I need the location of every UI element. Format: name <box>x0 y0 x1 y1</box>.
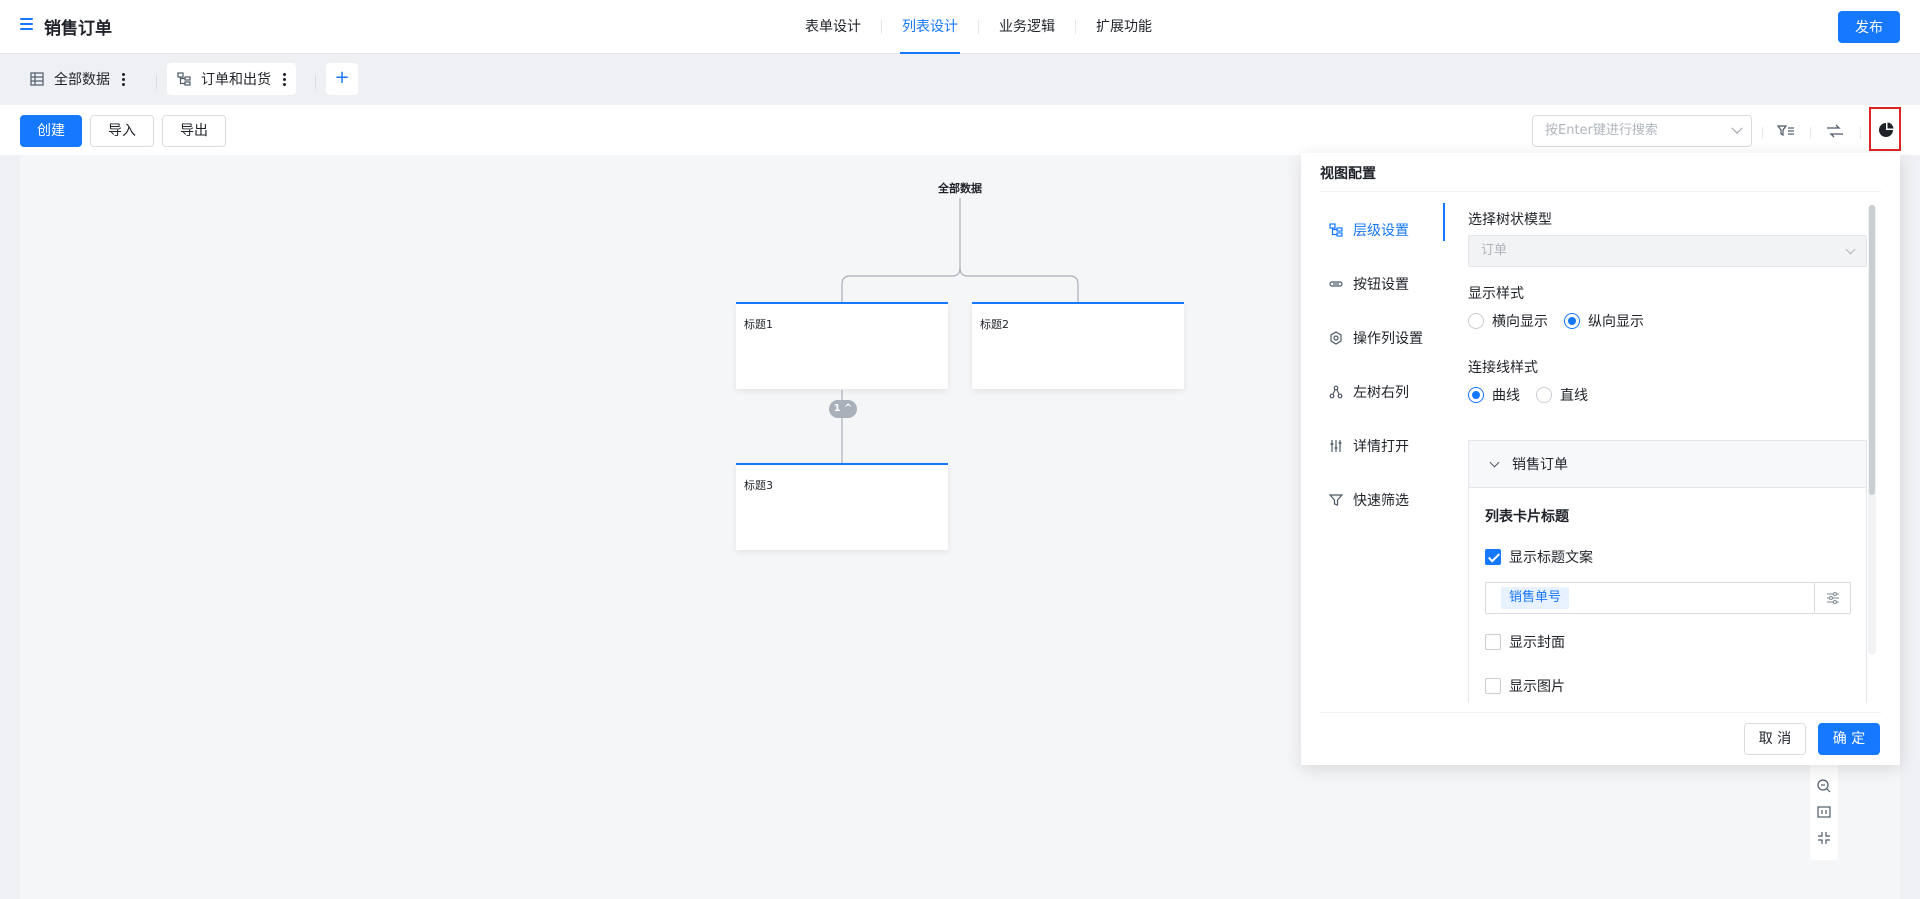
card-title-heading: 列表卡片标题 <box>1485 509 1569 525</box>
checkbox <box>1485 678 1501 694</box>
filter-icon <box>1329 494 1343 506</box>
nav-label: 快速筛选 <box>1353 493 1409 509</box>
node-title: 标题3 <box>744 479 773 492</box>
radio-curve[interactable]: 曲线 <box>1468 385 1520 405</box>
section-title: 销售订单 <box>1512 457 1568 473</box>
footer-divider <box>1320 712 1881 713</box>
radio-dot <box>1468 387 1484 403</box>
checkbox-label: 显示标题文案 <box>1509 550 1593 566</box>
collapse-screen-icon[interactable] <box>1816 830 1832 846</box>
tree-nodes-icon <box>1329 385 1343 399</box>
sliders-icon <box>1330 440 1342 452</box>
zoom-out-icon[interactable] <box>1816 778 1832 794</box>
checkbox <box>1485 634 1501 650</box>
level-section: 销售订单 列表卡片标题 显示标题文案 销售单号 显示封面 显示图片 <box>1468 440 1867 703</box>
nav-label: 层级设置 <box>1353 223 1409 239</box>
field-settings-button[interactable] <box>1814 583 1850 613</box>
tree-model-value: 订单 <box>1481 243 1508 258</box>
line-style-label: 连接线样式 <box>1468 360 1538 376</box>
zoom-controls <box>1810 756 1838 860</box>
nav-hierarchy-settings[interactable]: 层级设置 <box>1301 203 1445 257</box>
panel-title: 视图配置 <box>1320 166 1376 182</box>
radio-vertical[interactable]: 纵向显示 <box>1564 311 1644 331</box>
tree-node-card[interactable]: 标题3 <box>736 463 948 550</box>
node-title: 标题1 <box>744 318 773 331</box>
nav-left-tree-right-list[interactable]: 左树右列 <box>1301 365 1445 419</box>
title-field-select[interactable]: 销售单号 <box>1485 582 1851 614</box>
nav-detail-open[interactable]: 详情打开 <box>1301 419 1445 473</box>
radio-dot <box>1536 387 1552 403</box>
nav-label: 操作列设置 <box>1353 331 1423 347</box>
settings-icon <box>1330 331 1342 345</box>
nav-label: 按钮设置 <box>1353 277 1409 293</box>
hierarchy-icon <box>1329 223 1343 237</box>
sliders-icon <box>1827 591 1839 605</box>
chevron-down-icon <box>1489 457 1500 467</box>
checkbox-label: 显示图片 <box>1509 679 1565 695</box>
nav-button-settings[interactable]: 按钮设置 <box>1301 257 1445 311</box>
show-title-checkbox[interactable]: 显示标题文案 <box>1485 547 1593 567</box>
config-nav: 层级设置 按钮设置 操作列设置 左树右列 详情打开 快速筛选 <box>1301 203 1445 527</box>
show-cover-checkbox[interactable]: 显示封面 <box>1485 632 1565 652</box>
radio-label: 纵向显示 <box>1588 314 1644 330</box>
line-style-radios: 曲线 直线 <box>1468 385 1604 405</box>
radio-label: 直线 <box>1560 388 1588 404</box>
confirm-button[interactable]: 确 定 <box>1818 723 1880 755</box>
nav-quick-filter[interactable]: 快速筛选 <box>1301 473 1445 527</box>
chevron-down-icon <box>1845 244 1856 255</box>
tree-root-label: 全部数据 <box>938 182 982 195</box>
view-config-panel: 视图配置 层级设置 按钮设置 操作列设置 左树右列 详情打开 快速筛选 选择树状… <box>1301 153 1900 765</box>
section-header[interactable]: 销售订单 <box>1469 441 1866 488</box>
collapse-badge[interactable]: 1 ^ <box>829 400 857 418</box>
cancel-button[interactable]: 取 消 <box>1744 723 1806 755</box>
radio-label: 曲线 <box>1492 388 1520 404</box>
checkbox-label: 显示封面 <box>1509 635 1565 651</box>
nav-label: 详情打开 <box>1353 439 1409 455</box>
tree-model-select[interactable]: 订单 <box>1468 235 1867 267</box>
radio-dot <box>1468 313 1484 329</box>
nav-action-column-settings[interactable]: 操作列设置 <box>1301 311 1445 365</box>
tree-node-card[interactable]: 标题2 <box>972 302 1184 389</box>
radio-straight[interactable]: 直线 <box>1536 385 1588 405</box>
config-scrollbar[interactable] <box>1868 205 1876 655</box>
fit-view-icon[interactable] <box>1816 804 1832 820</box>
config-body: 选择树状模型 订单 显示样式 横向显示 纵向显示 连接线样式 曲线 直线 销售订… <box>1468 203 1868 703</box>
radio-dot <box>1564 313 1580 329</box>
panel-divider <box>1320 191 1881 192</box>
display-style-label: 显示样式 <box>1468 286 1524 302</box>
radio-label: 横向显示 <box>1492 314 1548 330</box>
display-style-radios: 横向显示 纵向显示 <box>1468 311 1660 331</box>
show-image-checkbox[interactable]: 显示图片 <box>1485 676 1565 696</box>
tree-model-label: 选择树状模型 <box>1468 212 1552 228</box>
node-title: 标题2 <box>980 318 1009 331</box>
checkbox <box>1485 549 1501 565</box>
scrollbar-thumb[interactable] <box>1869 205 1875 495</box>
link-icon <box>1329 281 1343 287</box>
radio-horizontal[interactable]: 横向显示 <box>1468 311 1548 331</box>
field-tag[interactable]: 销售单号 <box>1501 587 1570 609</box>
tree-node-card[interactable]: 标题1 <box>736 302 948 389</box>
nav-label: 左树右列 <box>1353 385 1409 401</box>
